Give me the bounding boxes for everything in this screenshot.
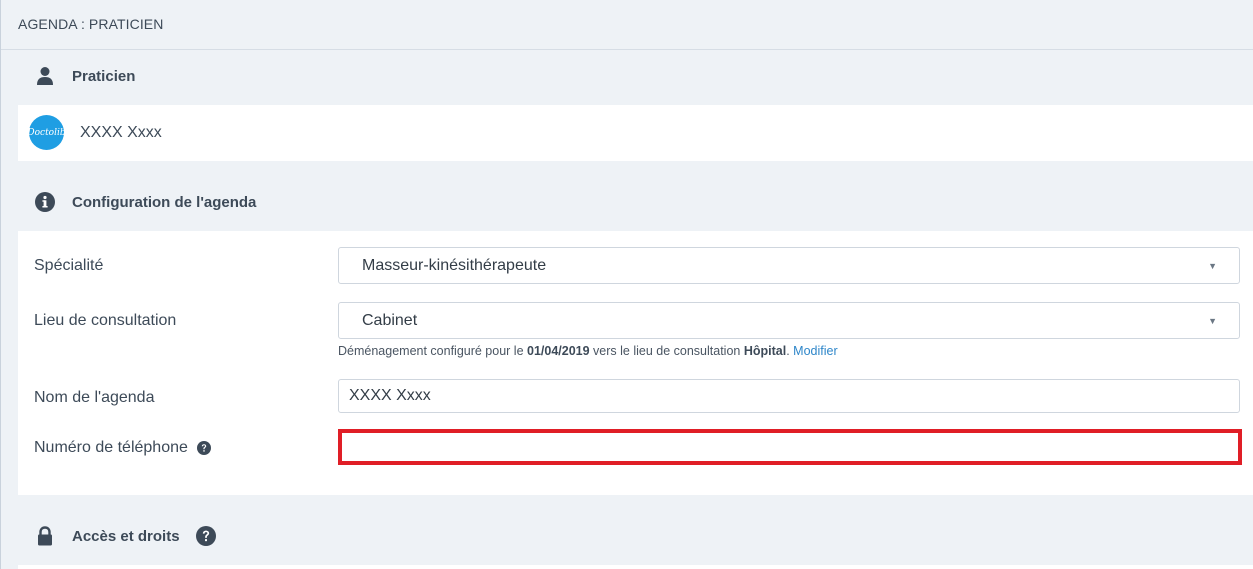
phone-input[interactable] xyxy=(338,429,1242,465)
location-label: Lieu de consultation xyxy=(34,312,177,329)
relocation-hint: Déménagement configuré pour le 01/04/201… xyxy=(338,344,838,358)
speciality-select[interactable]: Masseur-kinésithérapeute ▼ xyxy=(338,247,1240,284)
speciality-value: Masseur-kinésithérapeute xyxy=(362,257,547,274)
practitioner-section-header: Praticien xyxy=(18,61,135,91)
info-icon xyxy=(34,191,56,213)
location-select[interactable]: Cabinet ▼ xyxy=(338,302,1240,339)
hint-prefix: Déménagement configuré pour le xyxy=(338,344,528,358)
avatar-text: Doctolib xyxy=(27,127,66,138)
phone-label: Numéro de téléphone xyxy=(34,439,188,456)
page-title: AGENDA : PRATICIEN xyxy=(18,16,164,32)
agenda-name-input[interactable] xyxy=(338,379,1240,413)
agenda-practitioner-page: AGENDA : PRATICIEN Praticien Doctolib XX… xyxy=(0,0,1253,569)
practitioner-name: XXXX Xxxx xyxy=(80,124,162,141)
lock-icon xyxy=(34,525,56,547)
config-section-title: Configuration de l'agenda xyxy=(72,193,257,211)
question-circle-icon[interactable] xyxy=(195,526,216,546)
speciality-label: Spécialité xyxy=(34,257,104,274)
practitioner-card: Doctolib XXXX Xxxx xyxy=(18,105,1253,161)
phone-label-wrap: Numéro de téléphone xyxy=(34,439,211,457)
avatar: Doctolib xyxy=(27,115,66,150)
hint-middle: vers le lieu de consultation xyxy=(589,344,744,358)
caret-down-icon: ▼ xyxy=(1208,316,1217,326)
page-header: AGENDA : PRATICIEN xyxy=(1,0,1253,50)
user-icon xyxy=(34,65,56,87)
location-value: Cabinet xyxy=(362,312,418,329)
hint-place: Hôpital xyxy=(743,344,787,358)
access-section-header: Accès et droits xyxy=(18,521,216,551)
access-card xyxy=(18,565,1253,569)
config-section-header: Configuration de l'agenda xyxy=(18,187,256,217)
hint-date: 01/04/2019 xyxy=(527,344,590,358)
agenda-name-label: Nom de l'agenda xyxy=(34,389,155,406)
modify-link[interactable]: Modifier xyxy=(793,344,837,358)
practitioner-section-title: Praticien xyxy=(72,67,136,85)
config-card: Spécialité Masseur-kinésithérapeute ▼ Li… xyxy=(18,231,1253,495)
access-section-title: Accès et droits xyxy=(72,527,180,545)
caret-down-icon: ▼ xyxy=(1208,261,1217,271)
question-circle-icon[interactable] xyxy=(196,441,211,455)
